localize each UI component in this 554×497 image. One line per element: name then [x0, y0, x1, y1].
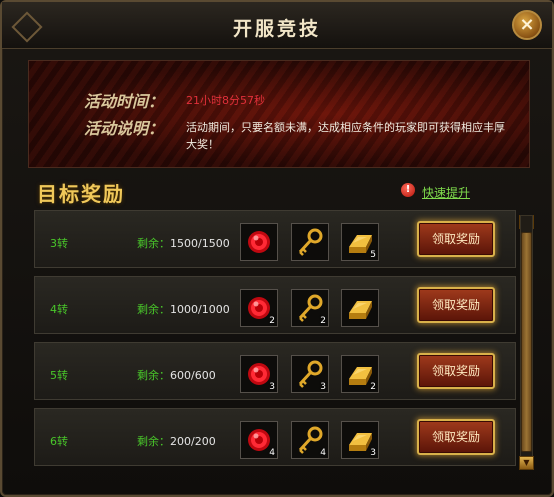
reward-row: 3转 剩余：1500/1500 5 领取奖励 [34, 210, 516, 268]
remaining-value: 600/600 [170, 369, 216, 382]
reward-row: 6转 剩余：200/200 4 4 3 领取奖励 [34, 408, 516, 466]
remaining-label: 剩余： [137, 303, 170, 316]
reward-item-slot[interactable] [240, 223, 278, 261]
time-remaining: 21小时8分57秒 [186, 94, 265, 107]
reward-item-slot[interactable]: 3 [291, 355, 329, 393]
item-count: 2 [320, 316, 326, 326]
rank-label: 3转 [50, 237, 68, 250]
remaining-quota: 剩余：200/200 [137, 433, 216, 449]
scroll-down-button[interactable]: ▼ [519, 456, 534, 470]
remaining-value: 1000/1000 [170, 303, 230, 316]
item-count: 3 [370, 448, 376, 458]
remaining-quota: 剩余：1000/1000 [137, 301, 230, 317]
rank-label: 5转 [50, 369, 68, 382]
reward-item-slot[interactable] [291, 223, 329, 261]
remaining-value: 200/200 [170, 435, 216, 448]
reward-item-slot[interactable]: 2 [341, 355, 379, 393]
reward-list: 3转 剩余：1500/1500 5 领取奖励 4转 剩余：1000/1000 2 2 领取奖励 5… [34, 210, 518, 474]
reward-item-slot[interactable]: 3 [341, 421, 379, 459]
reward-item-slot[interactable]: 4 [240, 421, 278, 459]
description-text: 活动期间，只要名额未满，达成相应条件的玩家即可获得相应丰厚大奖！ [186, 121, 505, 151]
reward-row: 4转 剩余：1000/1000 2 2 领取奖励 [34, 276, 516, 334]
reward-item-slot[interactable]: 2 [291, 289, 329, 327]
reward-item-slot[interactable] [341, 289, 379, 327]
time-label: 活动时间： [84, 92, 165, 111]
item-count: 2 [269, 316, 275, 326]
remaining-label: 剩余： [137, 369, 170, 382]
claim-reward-button[interactable]: 领取奖励 [417, 419, 495, 455]
title-bar: 开服竞技 × [2, 2, 552, 49]
reward-item-slot[interactable]: 2 [240, 289, 278, 327]
item-count: 3 [320, 382, 326, 392]
close-button[interactable]: × [512, 10, 542, 40]
reward-item-slot[interactable]: 5 [341, 223, 379, 261]
reward-item-slot[interactable]: 3 [240, 355, 278, 393]
item-count: 4 [269, 448, 275, 458]
claim-reward-button[interactable]: 领取奖励 [417, 221, 495, 257]
section-title: 目标奖励 [37, 182, 125, 206]
claim-reward-button[interactable]: 领取奖励 [417, 353, 495, 389]
item-count: 4 [320, 448, 326, 458]
remaining-label: 剩余： [137, 435, 170, 448]
item-count: 3 [269, 382, 275, 392]
remaining-label: 剩余： [137, 237, 170, 250]
alert-icon: ! [401, 183, 415, 197]
window-title: 开服竞技 [232, 18, 321, 40]
reward-item-slot[interactable]: 4 [291, 421, 329, 459]
remaining-value: 1500/1500 [170, 237, 230, 250]
scroll-thumb[interactable] [521, 232, 532, 452]
remaining-quota: 剩余：1500/1500 [137, 235, 230, 251]
reward-row: 5转 剩余：600/600 3 3 2 领取奖励 [34, 342, 516, 400]
item-count: 2 [370, 382, 376, 392]
arena-window: 开服竞技 × 活动时间： 21小时8分57秒 活动说明： 活动期间，只要名额未满… [0, 0, 554, 497]
description-label: 活动说明： [84, 119, 165, 138]
remaining-quota: 剩余：600/600 [137, 367, 216, 383]
rank-label: 4转 [50, 303, 68, 316]
claim-reward-button[interactable]: 领取奖励 [417, 287, 495, 323]
item-count: 5 [370, 250, 376, 260]
quick-upgrade-link[interactable]: 快速提升 [422, 184, 470, 201]
rank-label: 6转 [50, 435, 68, 448]
